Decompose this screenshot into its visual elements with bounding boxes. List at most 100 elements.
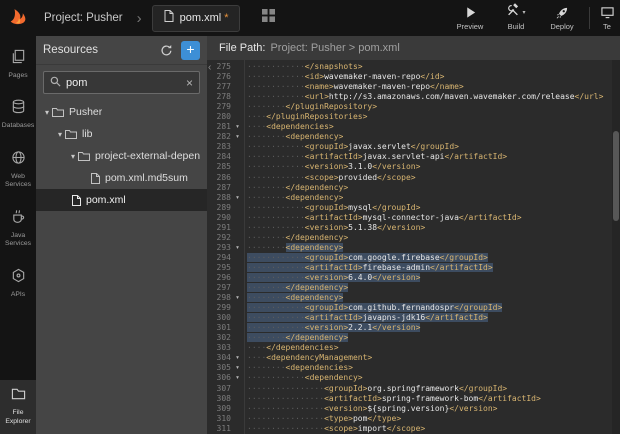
sidebar-item-apis[interactable]: APIs [0,265,36,302]
sidebar-item-java-services[interactable]: Java Services [0,206,36,252]
search-box[interactable]: × [43,71,200,94]
sidebar-item-databases[interactable]: Databases [0,96,36,133]
code-line[interactable]: 286············<scope>provided</scope> [207,173,612,183]
code-line[interactable]: 284············<artifactId>javax.servlet… [207,152,612,162]
code-line[interactable]: 276············<id>wavemaker-maven-repo<… [207,72,612,82]
fold-toggle-icon[interactable]: ▾ [231,243,244,253]
code-line[interactable]: 301············<version>2.2.1</version> [207,323,612,333]
code-line[interactable]: 297········</dependency> [207,283,612,293]
chevron-down-icon[interactable]: ▾ [68,152,78,161]
code-line[interactable]: 302········</dependency> [207,333,612,343]
line-number: 279 [207,102,231,112]
tree-item-project-external-dependencies[interactable]: ▾ project-external-depen [36,145,207,167]
code-line[interactable]: 289············<groupId>mysql</groupId> [207,203,612,213]
code-lines[interactable]: 275············</snapshots>276··········… [207,60,612,434]
file-tab-pom-xml[interactable]: pom.xml * [152,5,241,32]
code-line[interactable]: 305▾········<dependencies> [207,363,612,373]
line-number: 295 [207,263,231,273]
code-line[interactable]: 311················<scope>import</scope> [207,424,612,434]
code-line[interactable]: 281▾····<dependencies> [207,122,612,132]
code-line[interactable]: 287········</dependency> [207,183,612,193]
chevron-down-icon[interactable]: ▾ [42,108,52,117]
fold-toggle-icon[interactable]: ▾ [231,122,244,132]
line-number: 301 [207,323,231,333]
code-line[interactable]: 293▾········<dependency> [207,243,612,253]
refresh-button[interactable] [160,44,173,57]
line-number: 307 [207,384,231,394]
code-line[interactable]: 278············<url>http://s3.amazonaws.… [207,92,612,102]
preview-label: Preview [457,22,484,31]
code-line[interactable]: 300············<artifactId>javapns-jdk16… [207,313,612,323]
fold-spacer [231,112,244,122]
build-button[interactable]: ▾ Build [493,0,539,36]
code-line[interactable]: 291············<version>5.1.38</version> [207,223,612,233]
tree-item-pom-xml-md5sum[interactable]: pom.xml.md5sum [36,167,207,189]
code-line[interactable]: 306▾············<dependency> [207,373,612,383]
code-line[interactable]: 303····</dependencies> [207,343,612,353]
add-resource-button[interactable]: + [181,41,200,60]
code-line[interactable]: 290············<artifactId>mysql-connect… [207,213,612,223]
code-line[interactable]: 283············<groupId>javax.servlet</g… [207,142,612,152]
fold-spacer [231,102,244,112]
fold-toggle-icon[interactable]: ▾ [231,373,244,383]
wavemaker-logo[interactable] [0,0,36,36]
tree-item-lib[interactable]: ▾ lib [36,123,207,145]
code-line[interactable]: 294············<groupId>com.google.fireb… [207,253,612,263]
partial-action-button[interactable]: Te [594,0,620,36]
fold-spacer [231,183,244,193]
code-line[interactable]: 275············</snapshots> [207,62,612,72]
resources-header: Resources + [36,36,207,65]
line-number: 276 [207,72,231,82]
code-line[interactable]: 298▾········<dependency> [207,293,612,303]
sidebar-label-databases: Databases [1,122,35,130]
fold-spacer [231,263,244,273]
deploy-button[interactable]: Deploy [539,0,585,36]
scrollbar-thumb[interactable] [613,131,619,221]
dashboard-grid-button[interactable] [262,9,275,27]
app-root: Project: Pusher › pom.xml * [0,0,620,434]
code-line[interactable]: 288▾········<dependency> [207,193,612,203]
fold-toggle-icon[interactable]: ▾ [231,353,244,363]
code-line[interactable]: 277············<name>wavemaker-maven-rep… [207,82,612,92]
search-input[interactable] [66,77,181,89]
code-line[interactable]: 308················<artifactId>spring-fr… [207,394,612,404]
code-line[interactable]: 279········</pluginRepository> [207,102,612,112]
code-line[interactable]: 282▾········<dependency> [207,132,612,142]
build-dropdown-caret-icon[interactable]: ▾ [522,9,525,16]
line-number: 308 [207,394,231,404]
code-line[interactable]: 299············<groupId>com.github.ferna… [207,303,612,313]
folder-icon [11,386,26,406]
clear-search-icon[interactable]: × [186,77,193,89]
sidebar-label-java-services: Java Services [1,232,35,249]
fold-toggle-icon[interactable]: ▾ [231,293,244,303]
code-line[interactable]: 304▾····<dependencyManagement> [207,353,612,363]
sidebar-item-file-explorer[interactable]: File Explorer [0,380,36,434]
folder-icon [78,151,90,161]
fold-spacer [231,82,244,92]
fold-toggle-icon[interactable]: ▾ [231,132,244,142]
chevron-down-icon[interactable]: ▾ [55,130,65,139]
preview-button[interactable]: Preview [447,0,493,36]
main-area: Pages Databases [0,36,620,434]
sidebar-label-pages: Pages [1,72,35,80]
code-line[interactable]: 310················<type>pom</type> [207,414,612,424]
fold-spacer [231,213,244,223]
code-line[interactable]: 292········</dependency> [207,233,612,243]
folder-icon [65,129,77,139]
project-label[interactable]: Project: Pusher [44,12,123,24]
code-line[interactable]: 309················<version>${spring.ver… [207,404,612,414]
code-line[interactable]: 295············<artifactId>firebase-admi… [207,263,612,273]
tree-item-pusher[interactable]: ▾ Pusher [36,101,207,123]
fold-toggle-icon[interactable]: ▾ [231,193,244,203]
code-line[interactable]: 296············<version>6.4.0</version> [207,273,612,283]
sidebar-item-web-services[interactable]: Web Services [0,147,36,193]
editor-scrollbar[interactable] [612,60,620,434]
code-line[interactable]: 280····</pluginRepositories> [207,112,612,122]
collapse-panel-button[interactable]: ‹ [208,63,211,73]
fold-spacer [231,384,244,394]
code-line[interactable]: 285············<version>3.1.0</version> [207,162,612,172]
tree-item-pom-xml[interactable]: pom.xml [36,189,207,211]
code-line[interactable]: 307················<groupId>org.springfr… [207,384,612,394]
sidebar-item-pages[interactable]: Pages [0,46,36,83]
fold-toggle-icon[interactable]: ▾ [231,363,244,373]
